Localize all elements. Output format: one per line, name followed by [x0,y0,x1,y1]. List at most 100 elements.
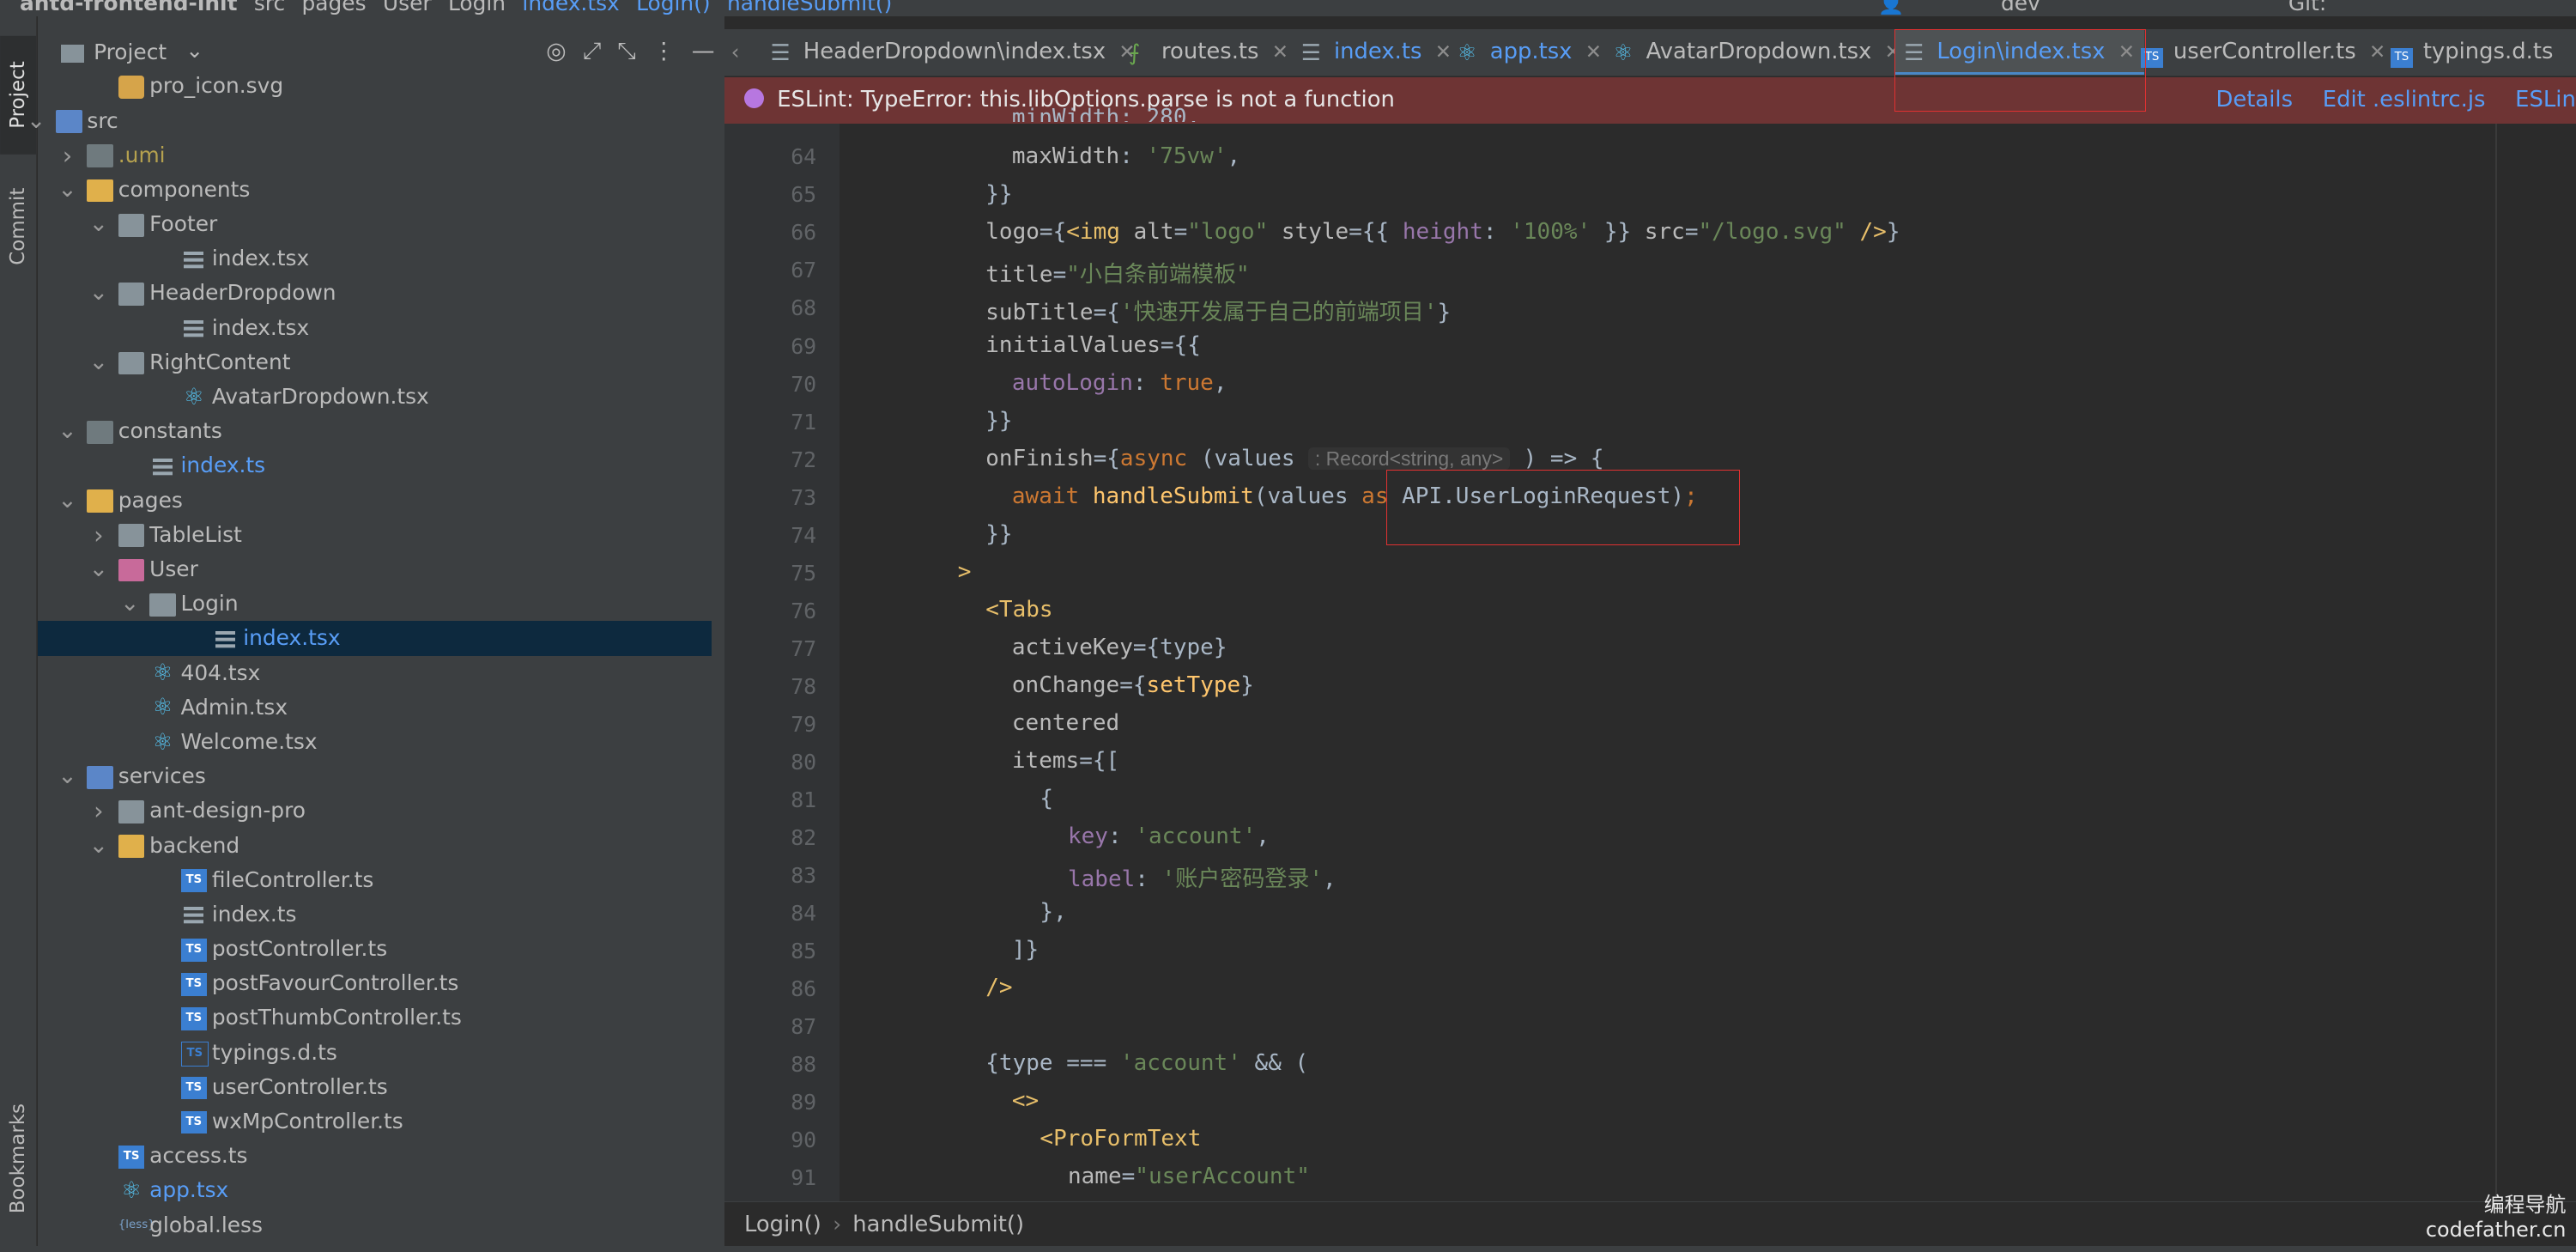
chevron-right-icon[interactable]: › [58,138,77,173]
eslint-more-link[interactable]: ESLin [2515,87,2576,112]
chevron-down-icon[interactable]: ⌄ [58,759,77,793]
chevron-down-icon[interactable]: ⌄ [58,483,77,518]
tree-item[interactable]: TS typings.d.ts [38,1036,712,1070]
project-panel-title[interactable]: Project [94,40,167,64]
edit-eslintrc-link[interactable]: Edit .eslintrc.js [2323,87,2486,112]
close-icon[interactable]: ✕ [1585,41,1602,64]
breadcrumb-pages[interactable]: pages [302,0,367,15]
folder-icon [118,283,145,306]
tree-item[interactable]: ⚛ app.tsx [38,1173,712,1207]
target-icon[interactable]: ◎ [546,38,566,65]
line-number: 89 [791,1089,817,1115]
tree-item-label: User [149,556,198,582]
tree-item-label: services [118,763,206,789]
tree-item[interactable]: TS fileController.ts [38,863,712,897]
commit-tool-tab[interactable]: Commit [0,167,36,286]
editor-tab[interactable]: ☰ index.ts ✕ [1291,29,1461,76]
tree-item[interactable]: ⌄ HeaderDropdown [38,276,712,310]
editor-tab[interactable]: ⚛ AvatarDropdown.tsx ✕ [1603,29,1911,76]
project-panel: Project ⌄ ◎ ⤢ ⤡ ⋮ — pro_icon.svg ⌄ src › .um… [27,16,756,1252]
breadcrumb-file[interactable]: index.tsx [522,0,619,15]
breadcrumb-login[interactable]: Login [448,0,506,15]
status-crumb-login[interactable]: Login() [744,1212,821,1237]
chevron-right-icon[interactable]: › [88,793,108,828]
code-line: }} [985,180,1013,207]
editor-tab-label: routes.ts [1161,39,1259,65]
breadcrumb-project[interactable]: antd-frontend-init [20,0,238,15]
index-file-icon [181,317,208,340]
chevron-down-icon[interactable]: ⌄ [27,104,46,138]
breadcrumb-function[interactable]: Login() [636,0,710,15]
editor-tab-label: HeaderDropdown\index.tsx [803,39,1106,65]
tree-item[interactable]: index.tsx [38,311,712,345]
tree-item[interactable]: ⚛ Welcome.tsx [38,725,712,759]
tree-item[interactable]: {less} global.less [38,1208,712,1243]
tree-item[interactable]: ⌄ components [38,173,712,207]
tabs-overflow-icon[interactable]: ‹ [731,29,740,76]
tree-item[interactable]: ⌄ services [38,759,712,793]
tree-item[interactable]: ⌄ User [38,552,712,586]
status-crumb-handle-submit[interactable]: handleSubmit() [852,1212,1024,1237]
tree-item[interactable]: ⌄ Footer [38,207,712,241]
code-line: logo={<img alt="logo" style={{ height: '… [985,218,1900,245]
user-icon[interactable]: 👤 [1877,0,1904,16]
chevron-down-icon[interactable]: ⌄ [88,829,108,863]
tree-item[interactable]: TS postThumbController.ts [38,1000,712,1035]
tree-item[interactable]: index.tsx [38,241,712,276]
chevron-down-icon[interactable]: ⌄ [58,173,77,207]
tree-item[interactable]: ⌄ src [27,104,712,138]
collapse-icon[interactable]: ⤡ [617,38,635,65]
tree-item[interactable]: ⌄ pages [38,483,712,518]
tree-item[interactable]: index.tsx [38,621,712,656]
close-icon[interactable]: ✕ [1272,41,1288,64]
tree-item[interactable]: › ant-design-pro [38,793,712,828]
editor-tab[interactable]: TS typings.d.ts [2380,29,2563,76]
react-file-icon: ⚛ [183,383,204,410]
tree-item[interactable]: TS wxMpController.ts [38,1104,712,1139]
watermark-line-2: codefather.cn [2425,1218,2567,1243]
editor-tab[interactable]: ☰ HeaderDropdown\index.tsx ✕ [761,29,1145,76]
chevron-down-icon[interactable]: ⌄ [88,345,108,380]
tree-item[interactable]: TS postController.ts [38,932,712,966]
tree-item-label: postFavourController.ts [211,970,459,996]
branch-selector[interactable]: dev [2001,0,2040,15]
chevron-right-icon[interactable]: › [88,518,108,552]
hide-panel-icon[interactable]: — [692,38,715,65]
chevron-down-icon[interactable]: ⌄ [185,38,203,63]
tree-item[interactable]: ⚛ AvatarDropdown.tsx [38,380,712,414]
tree-item-label: access.ts [149,1143,248,1169]
tree-item[interactable]: › TableList [38,518,712,552]
tree-item[interactable]: TS access.ts [38,1139,712,1173]
breadcrumb-src[interactable]: src [254,0,285,15]
expand-icon[interactable]: ⤢ [583,38,601,65]
tree-item[interactable]: ⚛ 404.tsx [38,656,712,690]
editor-tab[interactable]: ⚛ app.tsx ✕ [1447,29,1611,76]
tree-item[interactable]: index.ts [38,897,712,932]
chevron-down-icon[interactable]: ⌄ [58,414,77,448]
tree-item[interactable]: pro_icon.svg [38,69,712,103]
breadcrumb-user[interactable]: User [383,0,432,15]
tree-item-label: backend [149,832,240,858]
chevron-down-icon[interactable]: ⌄ [120,586,140,621]
tree-item[interactable]: ⌄ backend [38,829,712,863]
editor-tab[interactable]: ⨍ routes.ts ✕ [1118,29,1298,76]
code-line: activeKey={type} [1011,634,1227,660]
editor-tab-label: app.tsx [1489,39,1573,65]
editor-tab[interactable]: TS userController.ts ✕ [2131,29,2396,76]
chevron-down-icon[interactable]: ⌄ [88,207,108,241]
tree-item[interactable]: ⌄ Login [38,586,712,621]
tree-item[interactable]: ⌄ RightContent [38,345,712,380]
chevron-down-icon[interactable]: ⌄ [88,276,108,310]
details-link[interactable]: Details [2216,87,2294,112]
tree-item[interactable]: TS userController.ts [38,1070,712,1104]
project-panel-header: Project ⌄ ◎ ⤢ ⤡ ⋮ — [38,33,724,74]
tree-item[interactable]: › .umi [38,138,712,173]
tree-item[interactable]: TS postFavourController.ts [38,966,712,1000]
chevron-down-icon[interactable]: ⌄ [88,552,108,586]
breadcrumb-method[interactable]: handleSubmit() [727,0,892,15]
tree-item[interactable]: ⚛ Admin.tsx [38,690,712,725]
tree-item[interactable]: index.ts [38,448,712,483]
tree-item[interactable]: ⌄ constants [38,414,712,448]
more-options-icon[interactable]: ⋮ [652,38,676,65]
bookmarks-tool-tab[interactable]: Bookmarks [0,1085,36,1232]
